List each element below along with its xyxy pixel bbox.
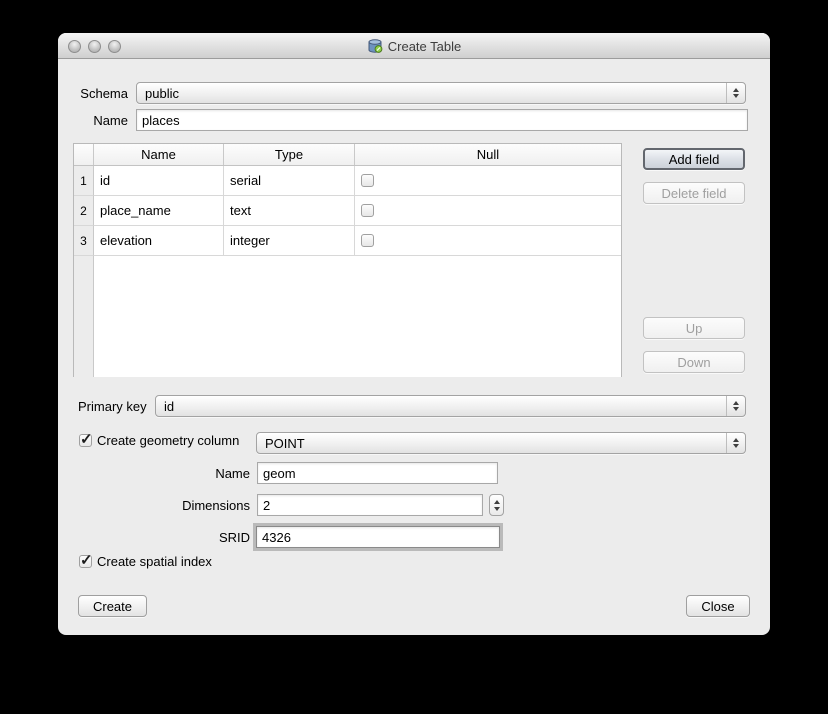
table-row[interactable]: 2 place_name text: [74, 196, 621, 226]
srid-value: 4326: [262, 530, 291, 545]
add-field-button[interactable]: Add field: [643, 148, 745, 170]
create-spatial-index-label: Create spatial index: [97, 554, 212, 569]
move-down-button[interactable]: Down: [643, 351, 745, 373]
create-geometry-column-row: Create geometry column: [79, 433, 239, 448]
table-row[interactable]: 3 elevation integer: [74, 226, 621, 256]
column-header-type[interactable]: Type: [224, 144, 355, 165]
primary-key-label: Primary key: [78, 399, 153, 414]
null-checkbox[interactable]: [361, 174, 374, 187]
create-spatial-index-checkbox[interactable]: [79, 555, 92, 568]
create-geometry-column-label: Create geometry column: [97, 433, 239, 448]
fields-table[interactable]: Name Type Null 1 id serial 2 place_name …: [73, 143, 622, 377]
row-number: 1: [74, 166, 94, 196]
table-name-input[interactable]: places: [136, 109, 748, 131]
schema-label: Schema: [58, 86, 128, 101]
srid-label: SRID: [118, 530, 250, 545]
cell-field-name[interactable]: place_name: [94, 196, 224, 226]
delete-field-button[interactable]: Delete field: [643, 182, 745, 204]
titlebar[interactable]: Create Table: [58, 33, 770, 59]
table-row[interactable]: 1 id serial: [74, 166, 621, 196]
cell-field-name[interactable]: id: [94, 166, 224, 196]
create-table-dialog: Create Table Schema public Name places N…: [58, 33, 770, 635]
geometry-name-label: Name: [118, 466, 250, 481]
null-checkbox[interactable]: [361, 234, 374, 247]
chevron-updown-icon: [726, 433, 745, 453]
close-button[interactable]: Close: [686, 595, 750, 617]
cell-field-type[interactable]: serial: [224, 166, 355, 196]
primary-key-selected-value: id: [156, 399, 726, 414]
dimensions-stepper[interactable]: [489, 494, 504, 516]
geometry-type-select[interactable]: POINT: [256, 432, 746, 454]
chevron-updown-icon: [726, 396, 745, 416]
cell-field-type[interactable]: integer: [224, 226, 355, 256]
schema-select[interactable]: public: [136, 82, 746, 104]
dimensions-value: 2: [263, 498, 270, 513]
table-name-label: Name: [58, 113, 128, 128]
geometry-name-input[interactable]: geom: [257, 462, 498, 484]
row-number: 2: [74, 196, 94, 226]
null-checkbox[interactable]: [361, 204, 374, 217]
column-header-name[interactable]: Name: [94, 144, 224, 165]
primary-key-select[interactable]: id: [155, 395, 746, 417]
column-header-null[interactable]: Null: [355, 144, 621, 165]
stepper-up-icon[interactable]: [494, 500, 500, 504]
create-button[interactable]: Create: [78, 595, 147, 617]
dimensions-label: Dimensions: [118, 498, 250, 513]
cell-field-name[interactable]: elevation: [94, 226, 224, 256]
srid-input[interactable]: 4326: [256, 526, 500, 548]
chevron-updown-icon: [726, 83, 745, 103]
window-title: Create Table: [388, 39, 461, 54]
geometry-type-selected-value: POINT: [257, 436, 726, 451]
stepper-down-icon[interactable]: [494, 507, 500, 511]
table-name-value: places: [142, 113, 180, 128]
fields-table-header: Name Type Null: [74, 144, 621, 166]
create-geometry-column-checkbox[interactable]: [79, 434, 92, 447]
database-icon: [367, 38, 383, 54]
cell-field-type[interactable]: text: [224, 196, 355, 226]
geometry-name-value: geom: [263, 466, 296, 481]
move-up-button[interactable]: Up: [643, 317, 745, 339]
create-spatial-index-row: Create spatial index: [79, 554, 212, 569]
row-number: 3: [74, 226, 94, 256]
fields-table-empty-area: [74, 256, 621, 377]
schema-selected-value: public: [137, 86, 726, 101]
dimensions-input[interactable]: 2: [257, 494, 483, 516]
